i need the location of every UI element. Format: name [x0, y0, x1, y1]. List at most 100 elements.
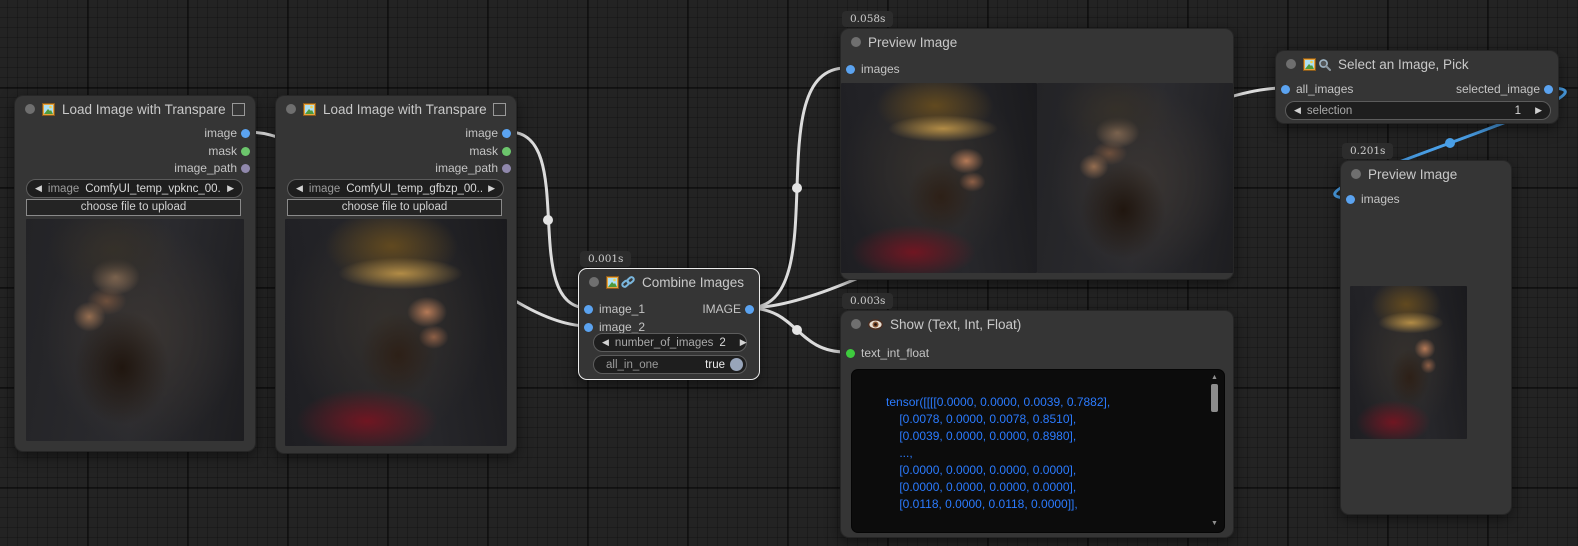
title-checkbox[interactable]: [232, 103, 245, 116]
link-midpoint-dot[interactable]: [543, 215, 553, 225]
loaded-image-preview: [26, 219, 244, 441]
slot-dot-image-2[interactable]: [584, 323, 593, 332]
input-slot-text-int-float[interactable]: text_int_float: [841, 346, 929, 360]
execution-time-badge: 0.003s: [842, 293, 893, 309]
output-slot-image[interactable]: IMAGE: [702, 302, 759, 316]
input-slot-image-1[interactable]: image_1: [579, 302, 645, 316]
node-title: Load Image with Transparency: [323, 102, 486, 117]
output-slot-mask[interactable]: mask: [469, 144, 516, 158]
node-graph-canvas[interactable]: Load Image with Transparency image mask …: [0, 0, 1578, 546]
combo-next-icon[interactable]: ▶: [740, 334, 747, 351]
choose-file-button[interactable]: choose file to upload: [287, 199, 502, 216]
link-midpoint-dot-blue[interactable]: [1445, 138, 1455, 148]
tensor-output-textarea[interactable]: tensor([[[[0.0000, 0.0000, 0.0039, 0.788…: [851, 369, 1225, 533]
toggle-label: all_in_one: [606, 359, 705, 371]
slot-label: images: [1361, 192, 1400, 206]
combo-prev-icon[interactable]: ◀: [1294, 102, 1301, 119]
output-slot-image-path[interactable]: image_path: [174, 161, 255, 175]
node-titlebar[interactable]: Combine Images: [579, 269, 759, 295]
image-link-icon: [606, 275, 635, 289]
link-midpoint-dot[interactable]: [792, 183, 802, 193]
node-titlebar[interactable]: Load Image with Transparency: [15, 96, 255, 122]
slot-label: text_int_float: [861, 346, 929, 360]
output-slot-mask[interactable]: mask: [208, 144, 255, 158]
slot-dot-image-out[interactable]: [745, 305, 754, 314]
node-titlebar[interactable]: Show (Text, Int, Float): [841, 311, 1233, 337]
combo-value: 1: [1515, 105, 1529, 117]
slot-label: images: [861, 62, 900, 76]
node-load-image-2[interactable]: Load Image with Transparency image mask …: [275, 95, 517, 454]
node-title: Show (Text, Int, Float): [890, 317, 1021, 332]
input-slot-images[interactable]: images: [1341, 192, 1400, 206]
input-slot-all-images[interactable]: all_images: [1276, 82, 1353, 96]
output-slot-image[interactable]: image: [465, 126, 516, 140]
node-preview-image-right[interactable]: 0.201s Preview Image images: [1340, 160, 1512, 515]
node-title: Load Image with Transparency: [62, 102, 225, 117]
combo-prev-icon[interactable]: ◀: [602, 334, 609, 351]
combo-next-icon[interactable]: ▶: [1535, 102, 1542, 119]
node-select-an-image[interactable]: Select an Image, Pick all_images selecte…: [1275, 50, 1559, 124]
output-slot-image[interactable]: image: [204, 126, 255, 140]
number-of-images-combo[interactable]: ◀ number_of_images 2 ▶: [593, 333, 747, 352]
node-show-text-int-float[interactable]: 0.003s Show (Text, Int, Float) text_int_…: [840, 310, 1234, 538]
toggle-knob[interactable]: [730, 358, 743, 371]
node-status-dot: [286, 104, 296, 114]
slot-dot-image-1[interactable]: [584, 305, 593, 314]
slot-label: image: [465, 126, 498, 140]
combo-label: image: [309, 183, 340, 195]
slot-dot-text-int-float[interactable]: [846, 349, 855, 358]
link-midpoint-dot[interactable]: [792, 325, 802, 335]
node-title: Preview Image: [868, 35, 957, 50]
slot-label: mask: [208, 144, 237, 158]
node-titlebar[interactable]: Preview Image: [1341, 161, 1511, 187]
textarea-scrollbar[interactable]: ▲ ▼: [1209, 373, 1220, 529]
slot-dot-mask[interactable]: [502, 147, 511, 156]
node-status-dot: [1351, 169, 1361, 179]
slot-dot-images[interactable]: [846, 65, 855, 74]
slot-label: image_path: [435, 161, 498, 175]
input-slot-images[interactable]: images: [841, 62, 900, 76]
slot-label: all_images: [1296, 82, 1353, 96]
node-combine-images[interactable]: 0.001s Combine Images image_1 image_2 IM…: [578, 268, 760, 380]
all-in-one-toggle[interactable]: all_in_one true: [593, 355, 747, 374]
combo-value: ComfyUI_temp_vpknc_00...: [85, 183, 221, 195]
slot-dot-selected-image[interactable]: [1544, 85, 1553, 94]
slot-label: selected_image: [1456, 82, 1540, 96]
title-checkbox[interactable]: [493, 103, 506, 116]
input-slot-image-2[interactable]: image_2: [579, 320, 645, 334]
slot-label: mask: [469, 144, 498, 158]
choose-file-button[interactable]: choose file to upload: [26, 199, 241, 216]
combo-next-icon[interactable]: ▶: [488, 180, 495, 197]
node-status-dot: [851, 37, 861, 47]
selection-combo[interactable]: ◀ selection 1 ▶: [1285, 101, 1551, 120]
node-title: Combine Images: [642, 275, 744, 290]
node-titlebar[interactable]: Load Image with Transparency: [276, 96, 516, 122]
node-titlebar[interactable]: Preview Image: [841, 29, 1233, 55]
node-load-image-1[interactable]: Load Image with Transparency image mask …: [14, 95, 256, 452]
slot-label: image: [204, 126, 237, 140]
node-title: Preview Image: [1368, 167, 1457, 182]
node-preview-image-top[interactable]: 0.058s Preview Image images: [840, 28, 1234, 280]
slot-dot-images[interactable]: [1346, 195, 1355, 204]
image-file-combo[interactable]: ◀ image ComfyUI_temp_vpknc_00... ▶: [26, 179, 243, 198]
image-file-combo[interactable]: ◀ image ComfyUI_temp_gfbzp_00... ▶: [287, 179, 504, 198]
image-icon: [303, 103, 316, 116]
toggle-value: true: [705, 359, 730, 371]
output-slot-image-path[interactable]: image_path: [435, 161, 516, 175]
slot-dot-image-path[interactable]: [241, 164, 250, 173]
combo-next-icon[interactable]: ▶: [227, 180, 234, 197]
combo-prev-icon[interactable]: ◀: [296, 180, 303, 197]
scrollbar-thumb[interactable]: [1211, 384, 1218, 412]
combo-prev-icon[interactable]: ◀: [35, 180, 42, 197]
slot-dot-image[interactable]: [502, 129, 511, 138]
slot-dot-mask[interactable]: [241, 147, 250, 156]
scroll-up-icon[interactable]: ▲: [1209, 373, 1220, 383]
slot-dot-all-images[interactable]: [1281, 85, 1290, 94]
eye-icon: [868, 319, 883, 330]
slot-dot-image-path[interactable]: [502, 164, 511, 173]
node-titlebar[interactable]: Select an Image, Pick: [1276, 51, 1558, 77]
execution-time-badge: 0.058s: [842, 11, 893, 27]
slot-dot-image[interactable]: [241, 129, 250, 138]
output-slot-selected-image[interactable]: selected_image: [1456, 82, 1558, 96]
scroll-down-icon[interactable]: ▼: [1209, 519, 1220, 529]
